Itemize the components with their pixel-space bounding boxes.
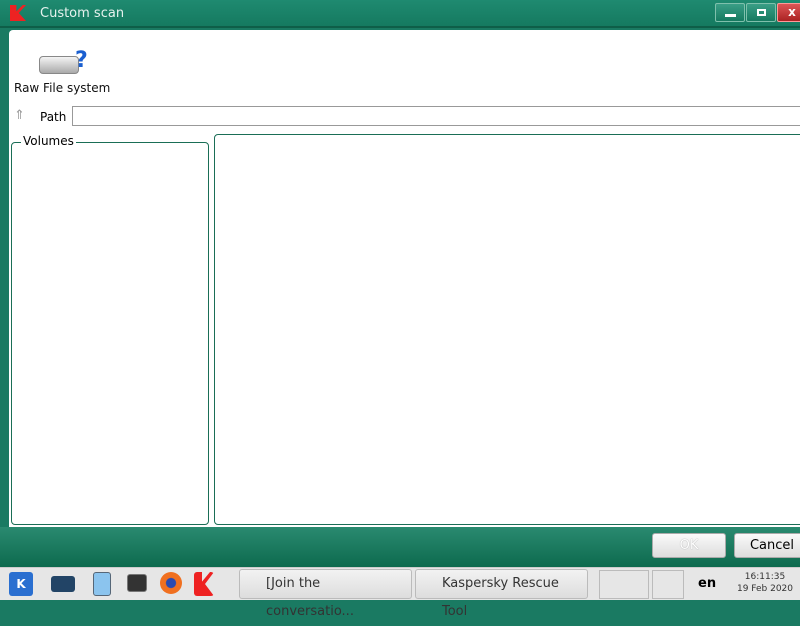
window-title: Custom scan [40,6,125,21]
clock-time: 16:11:35 [744,572,786,582]
pager-widget[interactable] [652,570,684,599]
file-list-panel[interactable] [214,134,800,525]
cancel-button[interactable]: Cancel [734,533,800,558]
kde-menu-icon[interactable]: K [9,572,33,596]
clock-date: 19 Feb 2020 [736,584,793,594]
volumes-panel[interactable]: Volumes [11,134,209,525]
taskbar: K [Join the conversatio... Kaspersky Res… [0,567,800,619]
volumes-label: Volumes [21,134,76,148]
desktop-icon[interactable] [51,576,75,592]
task-label: Kaspersky Rescue Tool [442,576,559,619]
network-battery-tray-icon[interactable] [599,570,649,599]
firefox-icon[interactable] [160,572,182,594]
task-firefox[interactable]: [Join the conversatio... [239,569,412,619]
path-label: Path [40,110,67,124]
kaspersky-logo-icon [10,5,26,21]
button-bar: OK Cancel [0,527,800,567]
raw-file-system-label[interactable]: Raw File system [14,81,110,95]
kaspersky-icon[interactable] [194,572,214,596]
ok-button[interactable]: OK [652,533,726,558]
terminal-icon[interactable] [127,574,147,592]
raw-file-system-icon[interactable]: ? [37,48,97,80]
title-bar: Custom scan x [0,0,800,28]
minimize-button[interactable] [715,3,745,22]
task-kaspersky[interactable]: Kaspersky Rescue Tool [415,569,588,619]
keyboard-layout[interactable]: en [698,576,716,591]
task-label: [Join the conversatio... [266,576,354,619]
path-input[interactable] [72,106,800,126]
close-button[interactable]: x [777,3,800,22]
clock[interactable]: 16:11:35 19 Feb 2020 [735,571,795,595]
file-manager-icon[interactable] [93,572,111,596]
maximize-button[interactable] [746,3,776,22]
up-arrow-icon[interactable]: ⇑ [14,108,25,123]
dialog-content: ? Raw File system ⇑ Path Volumes [9,30,800,527]
